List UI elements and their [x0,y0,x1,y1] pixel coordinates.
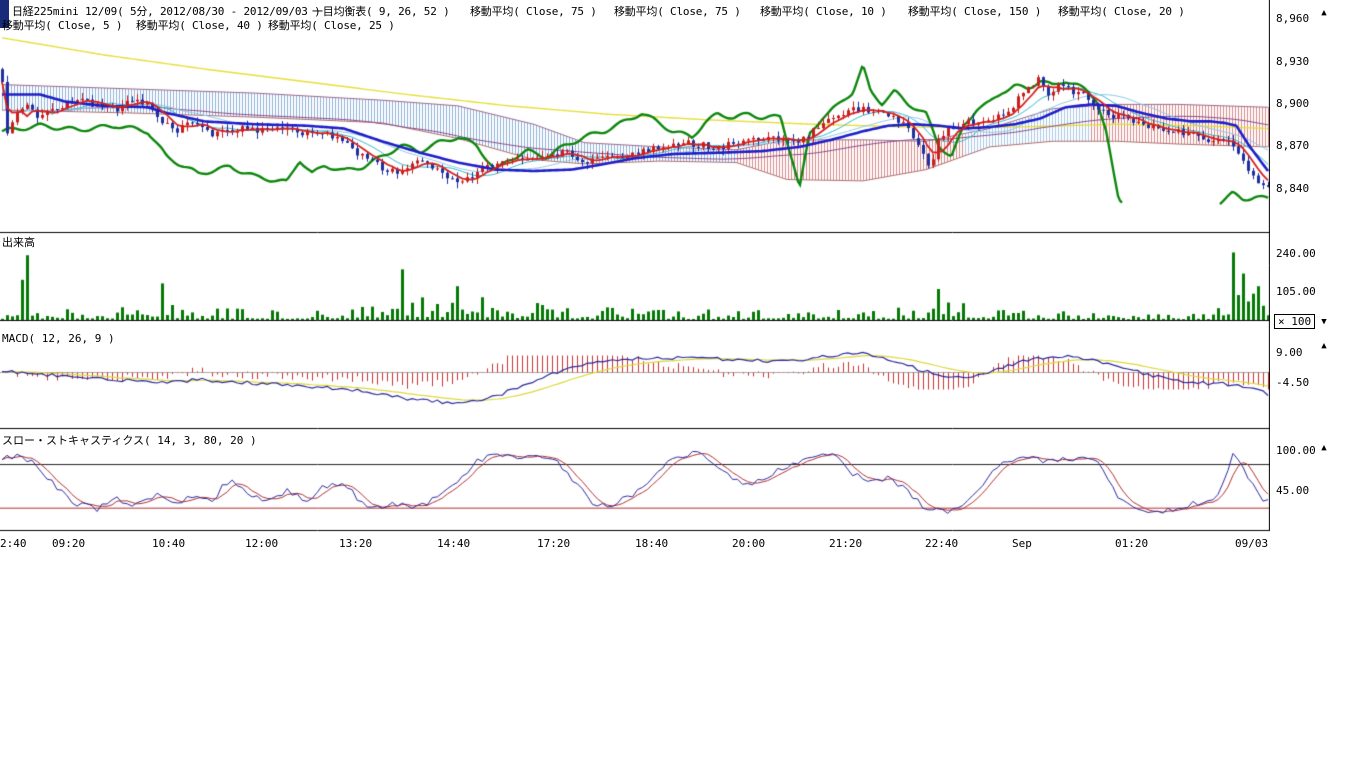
volume-unit-badge: × 100 [1274,314,1315,329]
time-tick: 10:40 [152,537,185,550]
time-tick: 20:00 [732,537,765,550]
volume-scale-down-icon[interactable]: ▼ [1317,316,1331,329]
time-tick: 09/03 [1235,537,1268,550]
legend-ma75-a[interactable]: 移動平均( Close, 75 ) [470,3,597,19]
stoch-tick: 45.00 [1276,484,1309,497]
time-tick: 17:20 [537,537,570,550]
price-tick: 8,930 [1276,55,1309,68]
legend-ma25[interactable]: 移動平均( Close, 25 ) [268,17,395,33]
legend-ma75-b[interactable]: 移動平均( Close, 75 ) [614,3,741,19]
chart-canvas[interactable] [0,0,1270,532]
time-tick: 01:20 [1115,537,1148,550]
volume-tick: 105.00 [1276,285,1316,298]
stoch-pane-label: スロー・ストキャスティクス( 14, 3, 80, 20 ) [2,432,257,448]
time-tick: 22:40 [925,537,958,550]
legend-ma20[interactable]: 移動平均( Close, 20 ) [1058,3,1185,19]
time-tick: 2:40 [0,537,27,550]
legend-ma150[interactable]: 移動平均( Close, 150 ) [908,3,1041,19]
stoch-scale-up-icon[interactable]: ▲ [1317,442,1331,455]
time-tick: 13:20 [339,537,372,550]
volume-tick: 240.00 [1276,247,1316,260]
time-tick: 14:40 [437,537,470,550]
macd-tick: 9.00 [1276,346,1303,359]
price-tick: 8,840 [1276,182,1309,195]
volume-pane-label: 出来高 [2,234,35,250]
price-scale-up-icon[interactable]: ▲ [1317,7,1331,20]
price-tick: 8,900 [1276,97,1309,110]
macd-pane-label: MACD( 12, 26, 9 ) [2,332,115,345]
legend-ma5[interactable]: 移動平均( Close, 5 ) [2,17,122,33]
time-tick: Sep [1012,537,1032,550]
chart-window: 日経225mini 12/09( 5分, 2012/08/30 - 2012/0… [0,0,1366,768]
time-tick: 18:40 [635,537,668,550]
time-tick: 09:20 [52,537,85,550]
time-tick: 21:20 [829,537,862,550]
macd-tick: -4.50 [1276,376,1309,389]
stoch-tick: 100.00 [1276,444,1316,457]
legend-ma40[interactable]: 移動平均( Close, 40 ) [136,17,263,33]
time-tick: 12:00 [245,537,278,550]
price-tick: 8,960 [1276,12,1309,25]
macd-scale-up-icon[interactable]: ▲ [1317,340,1331,353]
legend-ma10[interactable]: 移動平均( Close, 10 ) [760,3,887,19]
price-tick: 8,870 [1276,139,1309,152]
